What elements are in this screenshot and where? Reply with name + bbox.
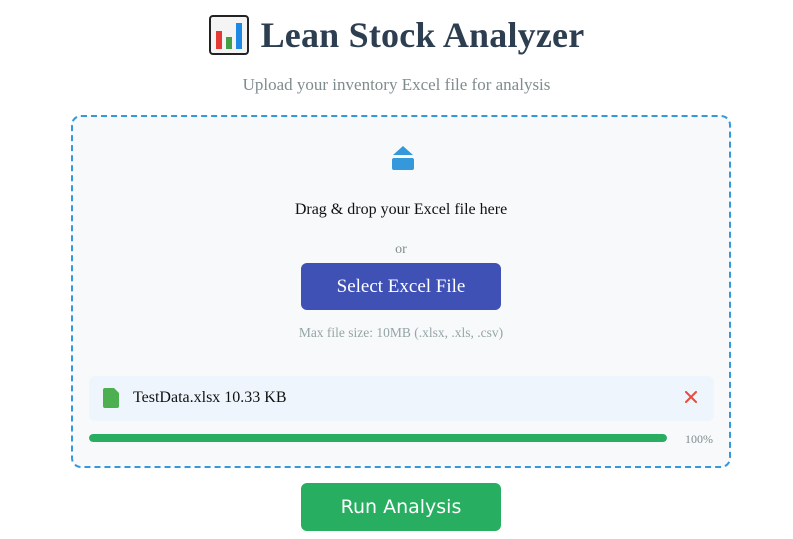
upload-progress-fill — [89, 434, 667, 442]
app-title: Lean Stock Analyzer — [260, 15, 585, 55]
drag-drop-text: Drag & drop your Excel file here — [294, 201, 508, 218]
max-file-size-hint: Max file size: 10MB (.xlsx, .xls, .csv) — [298, 325, 504, 340]
run-analysis-button[interactable]: Run Analysis — [301, 483, 501, 531]
file-name-size: TestData.xlsx 10.33 KB — [133, 389, 287, 406]
remove-file-button[interactable] — [680, 386, 702, 408]
upload-progress-bar — [89, 434, 667, 442]
upload-icon — [391, 145, 415, 171]
upload-progress-text: 100% — [685, 432, 713, 446]
select-file-button[interactable]: Select Excel File — [301, 263, 501, 310]
or-separator: or — [395, 242, 407, 257]
file-icon — [103, 388, 119, 408]
bar-chart-icon — [208, 15, 249, 55]
file-dropzone[interactable]: Drag & drop your Excel file here or Sele… — [71, 115, 731, 468]
close-icon — [685, 391, 697, 403]
header: Lean Stock Analyzer — [0, 14, 793, 56]
subtitle: Upload your inventory Excel file for ana… — [242, 75, 551, 94]
selected-file-item: TestData.xlsx 10.33 KB — [89, 376, 714, 421]
